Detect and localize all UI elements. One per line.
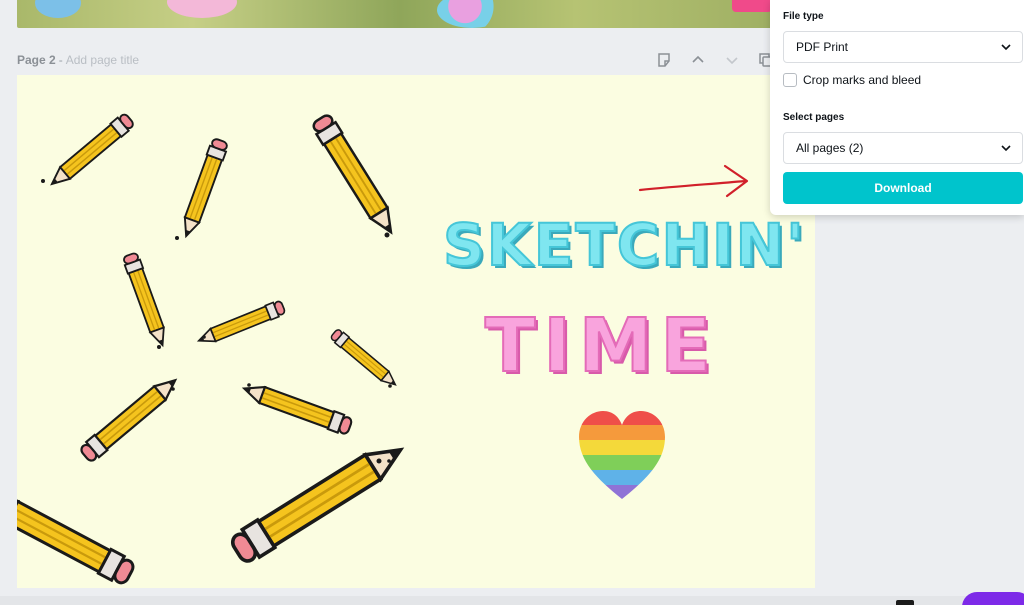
- move-page-down-button[interactable]: [723, 51, 741, 69]
- file-type-label: File type: [783, 11, 824, 22]
- rainbow-heart[interactable]: [577, 409, 667, 503]
- pencil-5: [195, 298, 287, 349]
- heading-sketchin[interactable]: SKETCHIN': [442, 210, 805, 280]
- page-2-header: Page 2 - Add page title: [17, 50, 815, 70]
- page-title-input[interactable]: Add page title: [66, 53, 139, 67]
- pencil-8: [239, 378, 355, 437]
- pencil-3: [309, 111, 402, 240]
- select-pages-label: Select pages: [783, 112, 845, 123]
- pencil-6: [328, 327, 401, 391]
- pencil-4: [121, 251, 172, 349]
- download-button[interactable]: Download: [783, 172, 1023, 204]
- rainbow-sticker: [437, 0, 507, 28]
- chevron-down-icon: [726, 57, 738, 65]
- crop-marks-checkbox[interactable]: [783, 73, 797, 87]
- heading-time[interactable]: TIME: [437, 302, 767, 390]
- pencil-10: [17, 485, 138, 588]
- download-panel: File type PDF Print Crop marks and bleed…: [770, 0, 1024, 215]
- page-label: Page 2: [17, 53, 56, 67]
- unicorn-sticker: [167, 0, 237, 18]
- unicorn-sticker: [35, 0, 81, 18]
- bottom-bar: [0, 596, 1024, 605]
- title-group: SKETCHIN' TIME: [427, 75, 815, 588]
- pencil-illustrations: [17, 111, 411, 588]
- move-page-up-button[interactable]: [689, 51, 707, 69]
- page-toolbar: [655, 50, 775, 70]
- select-pages-select[interactable]: All pages (2): [783, 132, 1023, 164]
- pencil-1: [45, 111, 137, 192]
- help-button[interactable]: [896, 600, 914, 605]
- select-pages-value: All pages (2): [796, 141, 864, 155]
- chevron-up-icon: [692, 55, 704, 63]
- page-label-separator: -: [58, 53, 63, 67]
- page-1-preview[interactable]: [17, 0, 815, 28]
- chevron-down-icon: [1001, 44, 1011, 51]
- pencil-2: [177, 136, 230, 240]
- crop-marks-label: Crop marks and bleed: [803, 73, 922, 87]
- floating-action-button[interactable]: [962, 592, 1024, 605]
- file-type-select[interactable]: PDF Print: [783, 31, 1023, 63]
- chevron-down-icon: [1001, 145, 1011, 152]
- file-type-value: PDF Print: [796, 40, 849, 54]
- pencil-7: [77, 371, 183, 465]
- add-note-button[interactable]: [655, 51, 673, 69]
- note-icon: [658, 53, 670, 67]
- pencil-9: [226, 434, 411, 568]
- heart-sticker: [732, 0, 772, 12]
- crop-marks-row[interactable]: Crop marks and bleed: [783, 72, 921, 88]
- design-canvas[interactable]: SKETCHIN' TIME: [17, 75, 815, 588]
